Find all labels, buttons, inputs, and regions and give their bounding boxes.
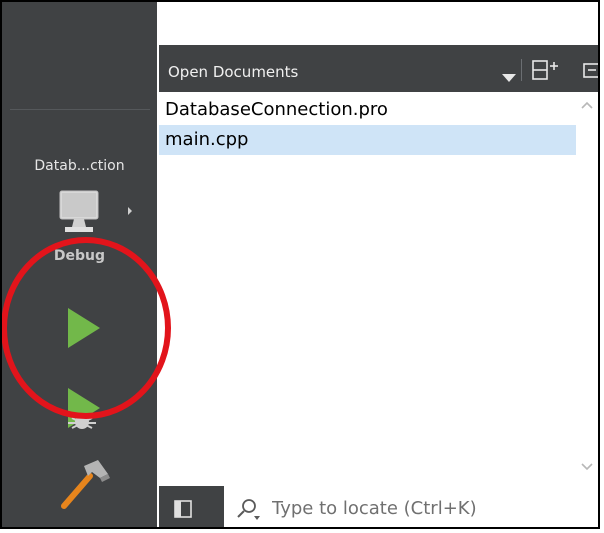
kit-selector[interactable] bbox=[58, 189, 140, 249]
status-bar bbox=[159, 486, 598, 527]
open-documents-header: Open Documents bbox=[159, 45, 598, 92]
editor-top-area bbox=[159, 2, 598, 45]
hammer-icon bbox=[61, 460, 110, 509]
open-documents-title: Open Documents bbox=[168, 63, 299, 81]
sidebar-separator bbox=[10, 109, 150, 110]
close-pane-button[interactable] bbox=[583, 63, 598, 79]
split-add-icon bbox=[532, 60, 558, 80]
mode-sidebar: Datab...ction Debug bbox=[2, 2, 157, 527]
play-bug-icon bbox=[68, 388, 100, 429]
open-documents-list: DatabaseConnection.pro main.cpp bbox=[159, 92, 598, 486]
close-pane-icon bbox=[583, 63, 598, 78]
scroll-down-icon bbox=[581, 463, 593, 471]
build-button[interactable] bbox=[56, 456, 118, 514]
search-icon[interactable] bbox=[234, 496, 262, 522]
header-separator bbox=[521, 59, 522, 81]
locator-box bbox=[224, 486, 598, 527]
monitor-icon bbox=[59, 190, 132, 232]
chevron-right-icon bbox=[128, 207, 132, 215]
start-debugging-button[interactable] bbox=[62, 382, 114, 440]
vertical-scrollbar[interactable] bbox=[576, 92, 598, 486]
document-item-selected[interactable]: main.cpp bbox=[159, 125, 589, 155]
document-item[interactable]: DatabaseConnection.pro bbox=[159, 95, 589, 125]
toggle-sidebar-button[interactable] bbox=[172, 498, 194, 520]
scroll-up-icon bbox=[581, 101, 593, 109]
play-icon bbox=[68, 308, 100, 348]
qt-creator-window: Datab...ction Debug Open Documents Datab… bbox=[0, 0, 600, 529]
sidebar-toggle-icon bbox=[174, 500, 192, 518]
split-button[interactable] bbox=[531, 59, 561, 81]
locator-input[interactable] bbox=[272, 491, 598, 525]
view-dropdown-button[interactable] bbox=[502, 67, 516, 86]
scrollbar-arrows bbox=[581, 101, 593, 471]
run-button[interactable] bbox=[62, 298, 114, 358]
build-mode-label: Debug bbox=[53, 248, 106, 264]
dropdown-arrow-icon bbox=[502, 74, 516, 82]
project-name-label: Datab...ction bbox=[34, 158, 125, 174]
